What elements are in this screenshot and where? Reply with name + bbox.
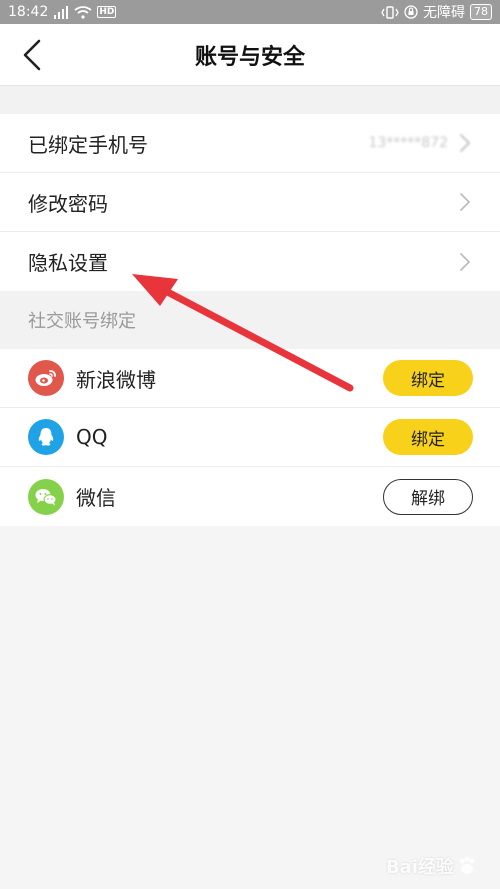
back-chevron-icon xyxy=(23,39,41,71)
baidu-watermark: Bai经验 xyxy=(386,853,478,879)
bind-qq-button[interactable]: 绑定 xyxy=(383,419,473,455)
vibrate-icon xyxy=(381,5,399,19)
back-button[interactable] xyxy=(14,38,50,72)
social-label: 微信 xyxy=(76,486,116,510)
qq-icon xyxy=(28,419,64,455)
chevron-right-icon xyxy=(460,252,471,271)
account-list: 已绑定手机号 13*****872 修改密码 隐私设置 xyxy=(0,114,500,291)
wechat-icon xyxy=(28,478,64,515)
status-time: 18:42 xyxy=(8,4,49,20)
social-label: QQ xyxy=(76,425,108,449)
wifi-icon xyxy=(74,5,92,19)
phone-number-value: 13*****872 xyxy=(368,135,448,151)
page-title: 账号与安全 xyxy=(194,44,305,70)
weibo-icon xyxy=(28,360,64,396)
change-password-row[interactable]: 修改密码 xyxy=(0,173,500,232)
section-spacer xyxy=(0,86,500,114)
hd-badge: HD xyxy=(97,6,117,18)
status-bar: 18:42 HD 无障碍 78 xyxy=(0,0,500,24)
watermark-text: Bai经验 xyxy=(385,857,454,878)
unbind-wechat-button[interactable]: 解绑 xyxy=(383,478,473,515)
row-label: 已绑定手机号 xyxy=(28,132,148,157)
social-list: 新浪微博 绑定 QQ 绑定 微信 解绑 xyxy=(0,349,500,526)
paw-icon xyxy=(459,856,475,874)
row-label: 隐私设置 xyxy=(28,251,108,275)
privacy-settings-row[interactable]: 隐私设置 xyxy=(0,232,500,291)
row-label: 修改密码 xyxy=(28,191,108,216)
nav-bar: 账号与安全 xyxy=(0,24,500,86)
battery-indicator: 78 xyxy=(470,4,492,20)
chevron-right-icon xyxy=(460,193,471,211)
no-disturb-label: 无障碍 xyxy=(423,5,465,21)
social-row-qq: QQ 绑定 xyxy=(0,408,500,467)
social-section-header: 社交账号绑定 xyxy=(0,291,500,349)
bound-phone-row[interactable]: 已绑定手机号 13*****872 xyxy=(0,114,500,173)
social-row-wechat: 微信 解绑 xyxy=(0,467,500,526)
social-label: 新浪微博 xyxy=(76,367,156,392)
bind-weibo-button[interactable]: 绑定 xyxy=(383,360,473,396)
lock-rotation-icon xyxy=(404,5,418,19)
social-row-weibo: 新浪微博 绑定 xyxy=(0,349,500,408)
signal-icon xyxy=(54,5,69,19)
chevron-right-icon xyxy=(460,134,471,152)
